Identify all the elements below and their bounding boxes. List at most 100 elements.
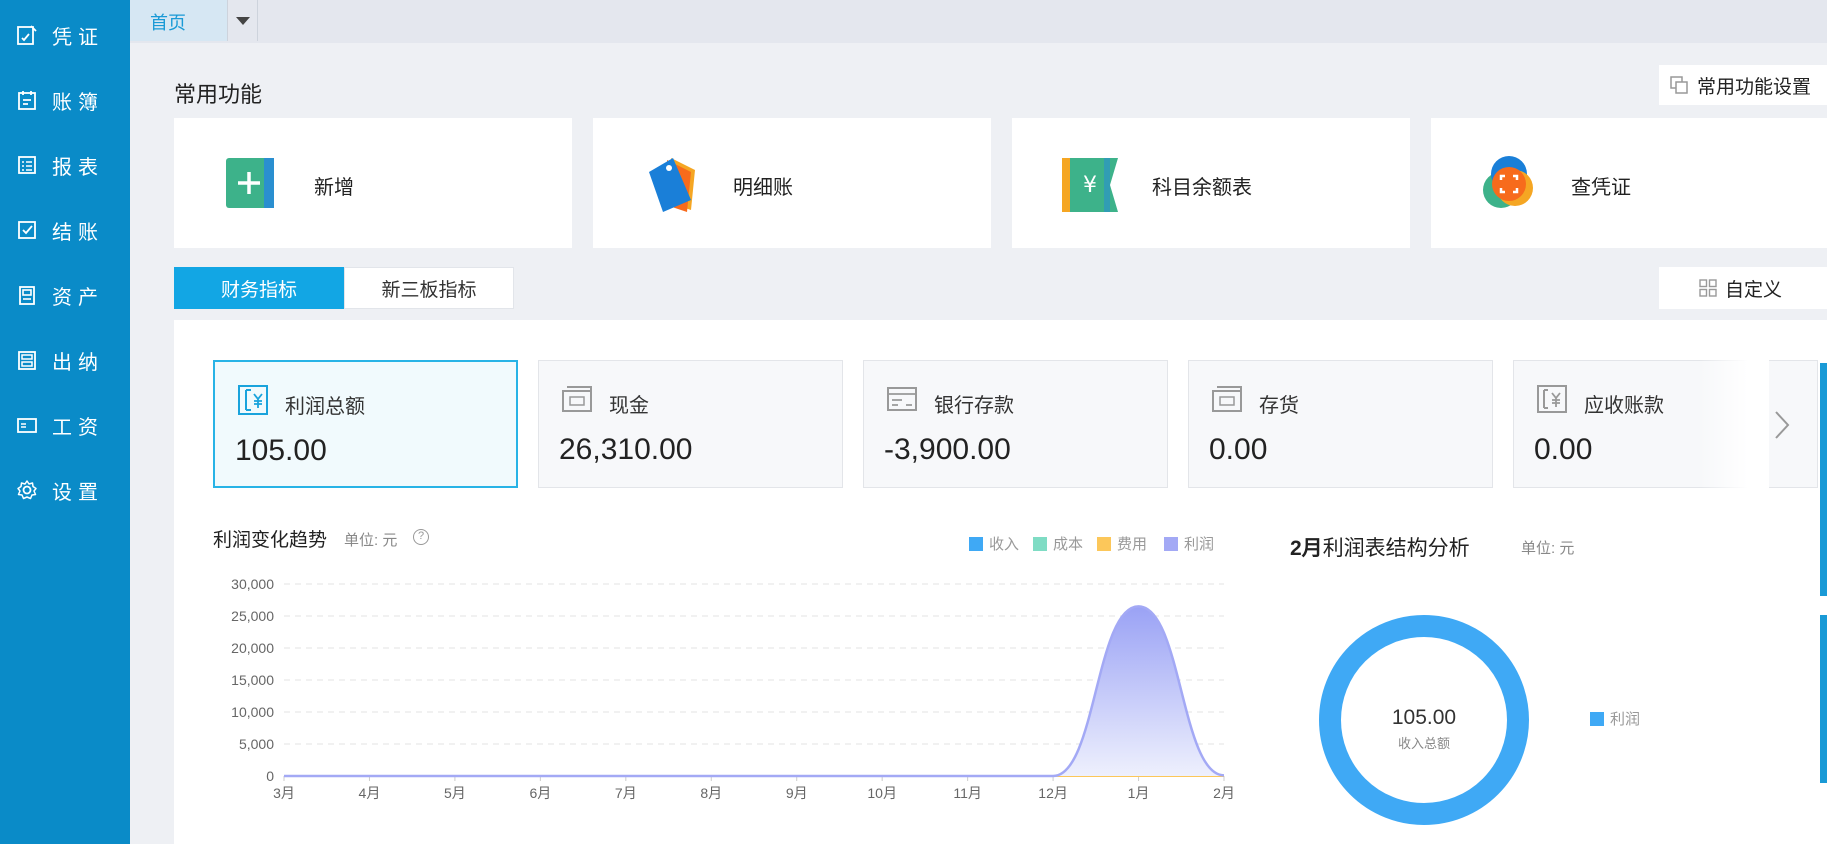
metric-value: 105.00 xyxy=(235,434,327,467)
metric-value: 26,310.00 xyxy=(559,433,693,466)
y-tick-label: 20,000 xyxy=(231,640,274,656)
legend-label: 利润 xyxy=(1610,711,1641,728)
legend-item-cost[interactable]: 成本 xyxy=(1033,533,1083,554)
x-tick-label: 2月 xyxy=(1213,785,1235,801)
sidebar-item-label: 资产 xyxy=(52,286,104,309)
metric-label: 银行存款 xyxy=(934,395,1014,417)
func-label: 新增 xyxy=(314,177,354,199)
metric-card-bank[interactable]: 银行存款 -3,900.00 xyxy=(863,360,1168,488)
scroll-indicator[interactable] xyxy=(1820,363,1827,596)
donut-center-value: 105.00 xyxy=(1392,706,1456,729)
x-tick-label: 4月 xyxy=(359,785,381,801)
customize-button[interactable]: 自定义 xyxy=(1659,267,1827,309)
func-card-query-voucher[interactable]: 查凭证 xyxy=(1431,118,1827,248)
structure-legend-profit[interactable]: 利润 xyxy=(1590,708,1640,729)
cashier-icon xyxy=(16,349,38,371)
common-settings-label: 常用功能设置 xyxy=(1697,76,1812,98)
legend-swatch xyxy=(1097,536,1111,551)
bank-icon xyxy=(887,387,917,411)
y-tick-label: 5,000 xyxy=(239,736,274,752)
structure-chart-unit: 单位: 元 xyxy=(1521,540,1575,557)
sidebar-item-salary[interactable]: 工资 xyxy=(0,400,130,450)
metric-card-inventory[interactable]: 存货 0.00 xyxy=(1188,360,1493,488)
add-icon xyxy=(226,158,274,208)
common-settings-button[interactable]: 常用功能设置 xyxy=(1659,65,1827,105)
tab-dropdown-button[interactable] xyxy=(228,0,258,41)
sidebar-item-settings[interactable]: 设置 xyxy=(0,465,130,515)
structure-title-text: 利润表结构分析 xyxy=(1322,537,1470,560)
sidebar-item-report[interactable]: 报表 xyxy=(0,140,130,190)
sidebar-item-label: 账簿 xyxy=(52,91,104,114)
metric-card-profit[interactable]: 利润总额 105.00 xyxy=(213,360,518,488)
metric-value: 0.00 xyxy=(1534,433,1593,466)
cash-icon xyxy=(562,386,592,412)
copy-icon xyxy=(1670,76,1688,94)
tab-neeq-indicators[interactable]: 新三板指标 xyxy=(344,267,514,309)
x-tick-label: 9月 xyxy=(786,785,808,801)
trend-chart-unit: 单位: 元 xyxy=(344,532,398,549)
legend-swatch xyxy=(969,536,983,551)
sidebar-item-voucher[interactable]: 凭证 xyxy=(0,10,130,60)
x-tick-label: 5月 xyxy=(444,785,466,801)
legend-item-expense[interactable]: 费用 xyxy=(1097,533,1147,554)
sidebar-item-asset[interactable]: 资产 xyxy=(0,270,130,320)
sidebar-item-label: 报表 xyxy=(52,156,104,179)
sidebar-item-ledger[interactable]: 账簿 xyxy=(0,75,130,125)
profit-icon xyxy=(238,385,268,415)
caret-down-icon xyxy=(235,16,250,25)
sidebar-item-checkout[interactable]: 结账 xyxy=(0,205,130,255)
x-tick-label: 3月 xyxy=(273,785,295,801)
legend-label: 成本 xyxy=(1053,536,1084,553)
chevron-right-icon[interactable] xyxy=(1770,408,1794,442)
metric-label: 应收账款 xyxy=(1584,395,1664,417)
trend-chart-title: 利润变化趋势 xyxy=(213,530,328,551)
help-icon[interactable]: ? xyxy=(413,529,429,545)
structure-donut-chart: 105.00 收入总额 xyxy=(1319,615,1529,825)
legend-item-profit[interactable]: 利润 xyxy=(1164,533,1214,554)
x-tick-label: 11月 xyxy=(953,785,982,801)
x-tick-label: 6月 xyxy=(529,785,551,801)
gear-icon xyxy=(16,479,38,501)
metric-value: 0.00 xyxy=(1209,433,1268,466)
sidebar-item-label: 出纳 xyxy=(52,351,104,374)
structure-chart-title: 2月利润表结构分析 xyxy=(1290,532,1470,562)
sidebar-item-label: 凭证 xyxy=(52,26,104,49)
metric-fade xyxy=(1699,360,1769,488)
sidebar-item-label: 设置 xyxy=(52,481,104,504)
grid-icon xyxy=(1699,279,1717,297)
legend-item-income[interactable]: 收入 xyxy=(969,533,1019,554)
report-icon xyxy=(16,154,38,176)
structure-title-month: 2月 xyxy=(1290,537,1323,560)
checkout-icon xyxy=(16,219,38,241)
y-tick-label: 30,000 xyxy=(231,576,274,592)
salary-icon xyxy=(16,414,38,436)
metric-value: -3,900.00 xyxy=(884,433,1011,466)
x-tick-label: 10月 xyxy=(867,785,897,801)
func-card-detail-ledger[interactable]: 明细账 xyxy=(593,118,991,248)
inventory-icon xyxy=(1212,386,1242,412)
x-tick-label: 7月 xyxy=(615,785,637,801)
sidebar-item-cashier[interactable]: 出纳 xyxy=(0,335,130,385)
scan-icon xyxy=(1483,156,1533,208)
func-card-balance-sheet[interactable]: ¥ 科目余额表 xyxy=(1012,118,1410,248)
indicator-panel: 利润总额 105.00 现金 26,310.00 银行存款 -3,900.00 … xyxy=(174,320,1827,844)
customize-label: 自定义 xyxy=(1725,279,1783,301)
x-tick-label: 1月 xyxy=(1128,785,1150,801)
func-card-add[interactable]: 新增 xyxy=(174,118,572,248)
y-tick-label: 15,000 xyxy=(231,672,274,688)
tab-bar: 首页 xyxy=(130,0,1827,43)
tab-financial-indicators[interactable]: 财务指标 xyxy=(174,267,344,309)
trend-chart: 0 5,000 10,000 15,000 20,000 25,000 30,000 3月 4月… xyxy=(231,576,1235,801)
scroll-indicator-secondary[interactable] xyxy=(1820,615,1827,783)
legend-swatch xyxy=(1033,536,1047,551)
receivable-icon xyxy=(1537,385,1567,413)
voucher-icon xyxy=(16,24,38,46)
tab-home[interactable]: 首页 xyxy=(130,0,228,41)
donut-center-label: 收入总额 xyxy=(1398,736,1450,751)
sidebar-item-label: 结账 xyxy=(52,221,104,244)
y-tick-label: 25,000 xyxy=(231,608,274,624)
metric-card-cash[interactable]: 现金 26,310.00 xyxy=(538,360,843,488)
x-tick-label: 8月 xyxy=(700,785,722,801)
metric-label: 存货 xyxy=(1259,395,1299,417)
sidebar: 凭证 账簿 报表 结账 资产 出纳 工资 设置 xyxy=(0,0,130,844)
